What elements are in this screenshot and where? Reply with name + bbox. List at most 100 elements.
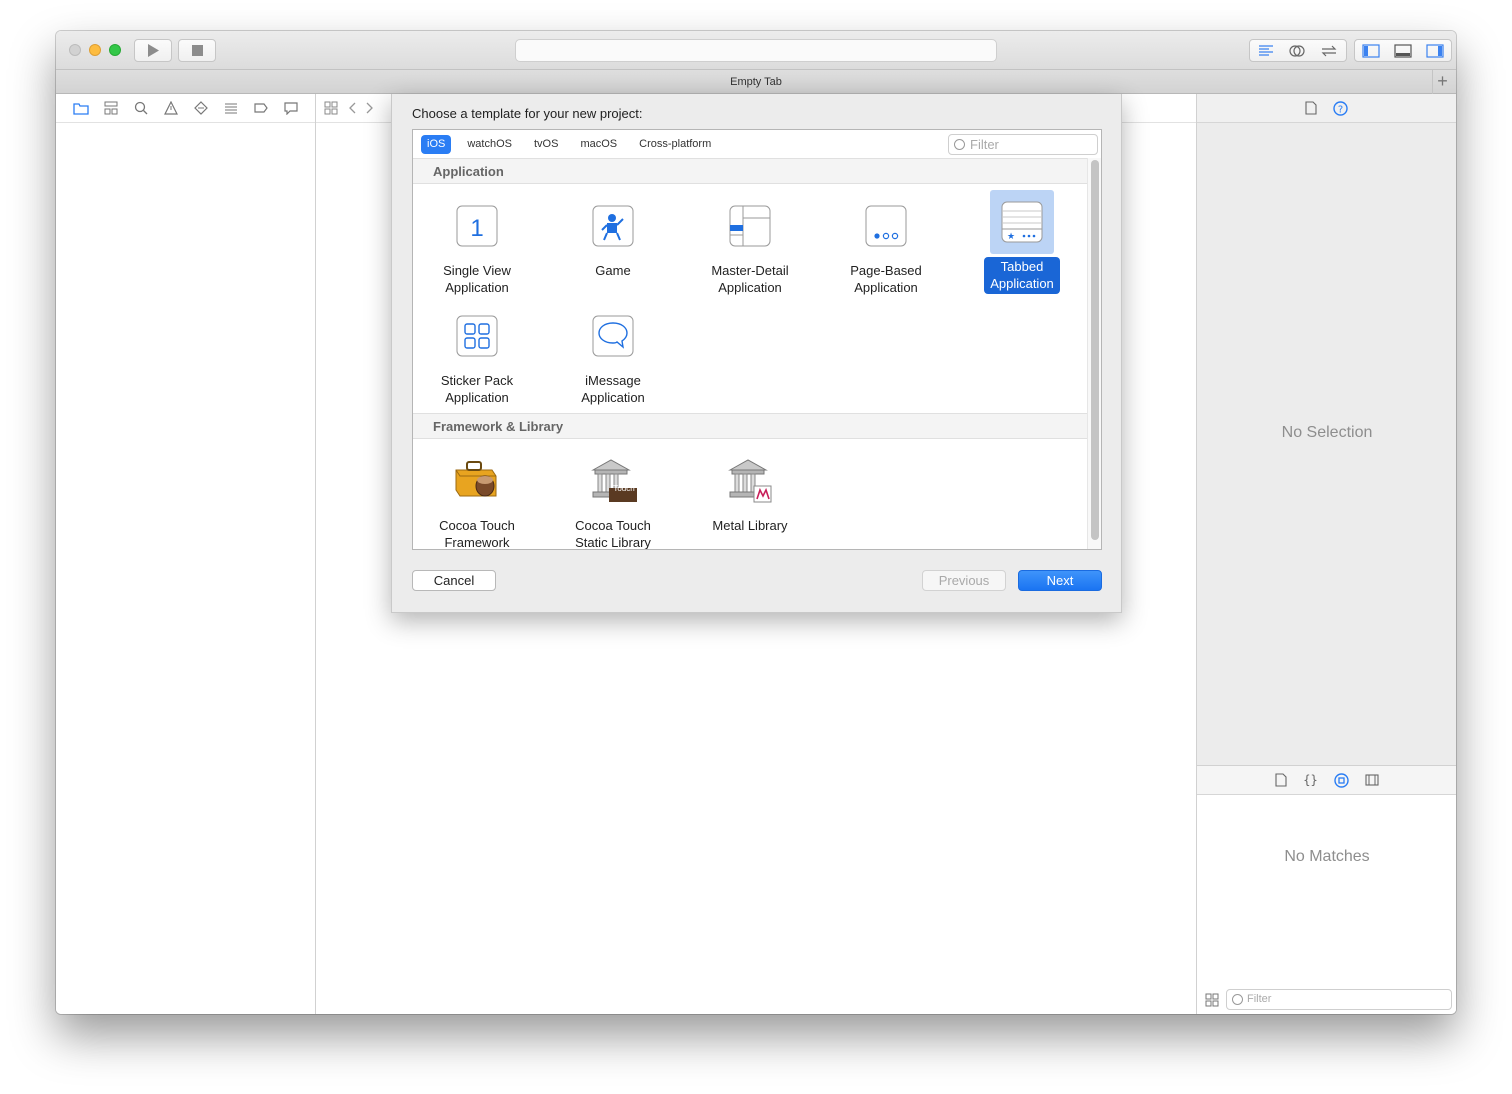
template-chooser: iOS watchOS tvOS macOS Cross-platform Fi… [412, 129, 1102, 550]
static-library-icon: Touch [581, 449, 645, 513]
library-filter-input[interactable]: Filter [1226, 989, 1452, 1010]
play-icon [148, 44, 159, 57]
debug-area-toggle-icon[interactable] [1394, 43, 1412, 58]
help-inspector-icon[interactable]: ? [1333, 100, 1348, 116]
add-tab-button[interactable]: + [1432, 70, 1452, 94]
template-label: Sticker Pack Application [440, 373, 514, 405]
assistant-editor-icon[interactable] [1289, 44, 1305, 58]
debug-icon[interactable] [223, 100, 239, 116]
template-game[interactable]: Game [553, 194, 673, 281]
run-button[interactable] [134, 39, 172, 62]
search-icon[interactable] [133, 100, 149, 116]
template-master-detail[interactable]: Master-Detail Application [690, 194, 810, 298]
code-snippet-icon[interactable]: {} [1303, 773, 1317, 787]
template-filter-placeholder: Filter [970, 137, 999, 152]
template-label: Cocoa Touch Static Library [575, 518, 651, 550]
no-selection-label: No Selection [1281, 424, 1373, 441]
game-app-icon [581, 194, 645, 258]
tab-tvos[interactable]: tvOS [528, 135, 564, 154]
warning-icon[interactable] [163, 100, 179, 116]
related-items-icon[interactable] [324, 101, 338, 115]
zoom-window-button[interactable] [109, 44, 121, 56]
metal-library-icon [718, 449, 782, 513]
single-view-app-icon: 1 [445, 194, 509, 258]
minimize-window-button[interactable] [89, 44, 101, 56]
report-icon[interactable] [283, 100, 299, 116]
svg-text:?: ? [1338, 104, 1343, 115]
tab-macos[interactable]: macOS [574, 135, 623, 154]
inspector-selector-bar: ? [1197, 94, 1456, 123]
file-inspector-icon[interactable] [1305, 101, 1317, 115]
navigator-panel [56, 94, 316, 1014]
no-matches-label: No Matches [1284, 848, 1370, 865]
master-detail-app-icon [718, 194, 782, 258]
platform-tabs: iOS watchOS tvOS macOS Cross-platform [421, 135, 723, 154]
inspector-panel: ? No Selection {} No Matches Filter [1196, 94, 1456, 1014]
template-filter-input[interactable]: Filter [948, 134, 1098, 155]
template-label: Cocoa Touch Framework [439, 518, 515, 550]
tab-cross-platform[interactable]: Cross-platform [633, 135, 717, 154]
template-tabbed[interactable]: ★ Tabbed Application [962, 190, 1082, 294]
activity-viewer [515, 39, 997, 62]
template-label: Metal Library [712, 518, 788, 533]
toolbox-icon [445, 449, 509, 513]
section-header-application: Application [413, 158, 1087, 184]
touch-badge: Touch [613, 483, 635, 493]
filter-icon [1232, 994, 1243, 1005]
titlebar [56, 31, 1456, 70]
file-template-icon[interactable] [1275, 773, 1287, 787]
tab-title[interactable]: Empty Tab [730, 76, 782, 88]
standard-editor-icon[interactable] [1258, 44, 1274, 57]
previous-button[interactable]: Previous [922, 570, 1006, 591]
template-label: iMessage Application [581, 373, 645, 405]
scrollbar-thumb[interactable] [1091, 160, 1099, 540]
library-panel: {} No Matches Filter [1197, 765, 1456, 1014]
tab-bar: Empty Tab + [56, 70, 1456, 94]
navigator-selector-bar [56, 94, 315, 123]
template-label: Game [595, 263, 631, 278]
version-editor-icon[interactable] [1320, 45, 1338, 57]
object-library-icon[interactable] [1334, 772, 1349, 788]
cancel-button[interactable]: Cancel [412, 570, 496, 591]
template-imessage[interactable]: iMessage Application [553, 304, 673, 408]
hierarchy-icon[interactable] [103, 100, 119, 116]
template-single-view[interactable]: 1 Single View Application [417, 194, 537, 298]
forward-arrow-icon[interactable] [366, 102, 374, 114]
close-window-button[interactable] [69, 44, 81, 56]
template-cocoa-touch-framework[interactable]: Cocoa Touch Framework [417, 449, 537, 550]
sticker-pack-app-icon [445, 304, 509, 368]
tab-ios[interactable]: iOS [421, 135, 452, 154]
scroll-track [1087, 158, 1101, 549]
template-label-selected: Tabbed Application [984, 257, 1060, 294]
template-metal-library[interactable]: Metal Library [690, 449, 810, 536]
xcode-window: Empty Tab + ? No Selection {} No Matches… [56, 31, 1456, 1014]
media-library-icon[interactable] [1365, 774, 1379, 786]
sheet-title: Choose a template for your new project: [412, 106, 643, 121]
navigator-toggle-icon[interactable] [1362, 43, 1380, 58]
template-label: Master-Detail Application [711, 263, 789, 295]
grid-view-icon[interactable] [1205, 993, 1219, 1007]
section-header-framework-library: Framework & Library [413, 413, 1087, 439]
inspector-toggle-icon[interactable] [1426, 43, 1444, 58]
template-label: Single View Application [443, 263, 511, 295]
template-page-based[interactable]: Page-Based Application [826, 194, 946, 298]
editor-mode-segmented[interactable] [1249, 39, 1347, 62]
breakpoint-icon[interactable] [253, 100, 269, 116]
folder-icon[interactable] [73, 100, 89, 116]
tabbed-app-icon: ★ [990, 190, 1054, 254]
new-project-sheet: Choose a template for your new project: … [391, 94, 1122, 613]
svg-text:★: ★ [1007, 232, 1015, 242]
template-cocoa-touch-static-library[interactable]: Touch Cocoa Touch Static Library [553, 449, 673, 550]
library-filter-placeholder: Filter [1247, 993, 1272, 1005]
template-sticker-pack[interactable]: Sticker Pack Application [417, 304, 537, 408]
tab-watchos[interactable]: watchOS [461, 135, 518, 154]
template-label: Page-Based Application [850, 263, 922, 295]
page-based-app-icon [854, 194, 918, 258]
imessage-app-icon [581, 304, 645, 368]
back-arrow-icon[interactable] [348, 102, 356, 114]
next-button[interactable]: Next [1018, 570, 1102, 591]
stop-button[interactable] [178, 39, 216, 62]
filter-icon [954, 139, 965, 150]
test-icon[interactable] [193, 100, 209, 116]
panel-toggle-segmented[interactable] [1354, 39, 1452, 62]
